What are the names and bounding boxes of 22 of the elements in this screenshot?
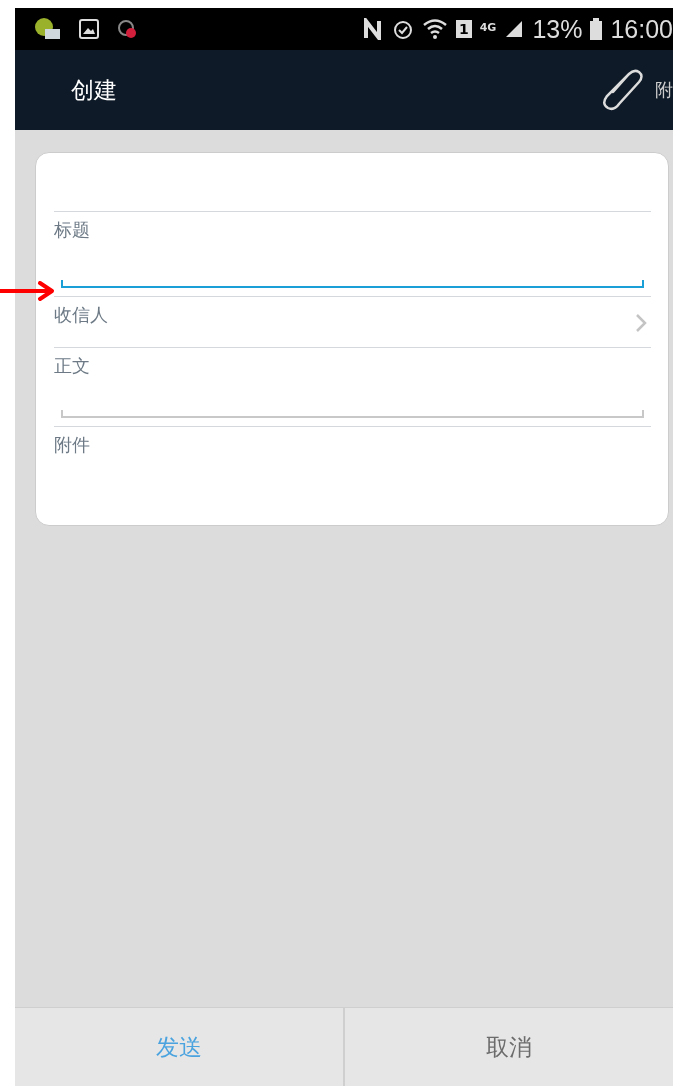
sim-icon: 1 [455, 20, 472, 38]
nfc-icon [361, 18, 384, 40]
chevron-icon[interactable] [635, 313, 647, 333]
alert-icon [117, 19, 137, 39]
wifi-icon [421, 18, 448, 40]
field-label: 正文 [54, 354, 90, 378]
arrow-annotation [0, 281, 56, 301]
battery-level: 13% [532, 14, 583, 44]
attachment-link[interactable]: 附 [655, 78, 673, 102]
field-label: 附件 [54, 433, 90, 457]
notification-icon [33, 17, 61, 41]
field-label: 标题 [54, 218, 90, 242]
battery-icon [590, 18, 603, 40]
network-label: 4G [479, 20, 497, 34]
field-label: 收信人 [54, 303, 108, 327]
clock: 16:00 [610, 14, 673, 44]
input-field[interactable] [61, 410, 644, 418]
alarm-icon [391, 18, 414, 40]
image-icon [79, 19, 99, 39]
signal-icon [504, 19, 525, 39]
page-title: 创建 [71, 75, 117, 105]
input-field[interactable] [61, 280, 644, 288]
